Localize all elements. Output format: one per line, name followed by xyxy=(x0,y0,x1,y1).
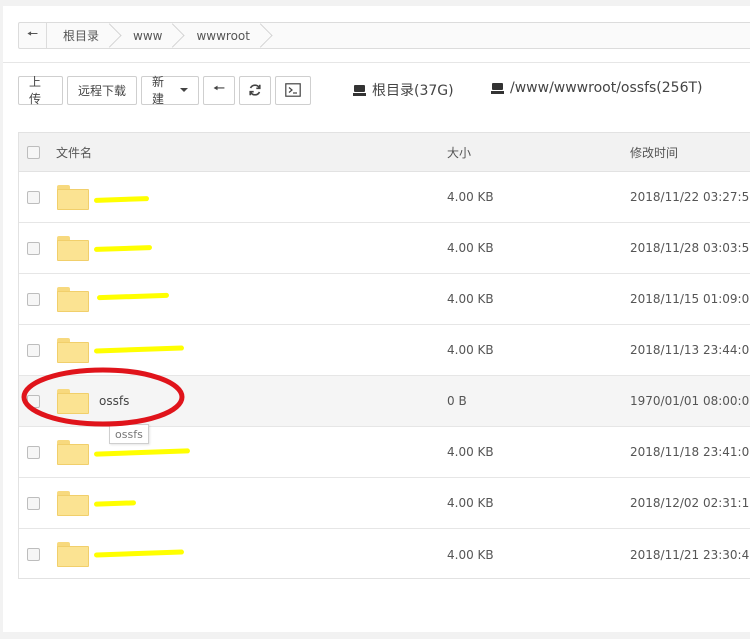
remote-download-button[interactable]: 远程下载 xyxy=(67,75,137,105)
refresh-icon xyxy=(249,84,261,96)
disk-root[interactable]: 根目录(37G) xyxy=(353,80,454,100)
folder-icon xyxy=(57,184,89,210)
toolbar: 上传 远程下载 新建 🠔 xyxy=(18,75,315,106)
header-select-all[interactable] xyxy=(27,133,40,171)
caret-down-icon xyxy=(180,88,188,92)
breadcrumb-item-www[interactable]: www xyxy=(117,23,180,48)
file-size: 4.00 KB xyxy=(447,292,494,306)
disk-label: /www/wwwroot/ossfs(256T) xyxy=(510,80,703,96)
back-button[interactable]: 🠔 xyxy=(19,23,47,48)
divider xyxy=(3,62,750,63)
refresh-button[interactable] xyxy=(239,75,271,105)
folder-icon xyxy=(57,542,89,567)
tooltip-text: ossfs xyxy=(115,427,143,441)
disk-ossfs[interactable]: /www/wwwroot/ossfs(256T) xyxy=(491,80,703,96)
table-header: 文件名 大小 修改时间 xyxy=(19,133,750,172)
checkbox[interactable] xyxy=(27,145,40,159)
checkbox[interactable] xyxy=(27,241,40,255)
header-label: 文件名 xyxy=(56,145,93,160)
file-table: 文件名 大小 修改时间 4.00 KB 2018/11/22 03:27:53 … xyxy=(18,132,750,579)
checkbox[interactable] xyxy=(27,190,40,204)
breadcrumb-label: 根目录 xyxy=(63,29,100,43)
file-mtime: 1970/01/01 08:00:00 xyxy=(630,394,750,408)
new-label: 新建 xyxy=(152,75,165,106)
terminal-button[interactable] xyxy=(275,75,311,105)
back-dir-button[interactable]: 🠔 xyxy=(203,75,235,105)
arrow-left-icon: 🠔 xyxy=(212,81,226,97)
file-size: 4.00 KB xyxy=(447,445,494,459)
disk-icon xyxy=(491,82,504,94)
file-mtime: 2018/12/02 02:31:15 xyxy=(630,496,750,510)
breadcrumb-item-root[interactable]: 根目录 xyxy=(47,23,117,48)
table-row[interactable]: 4.00 KB 2018/11/22 03:27:53 xyxy=(19,172,750,223)
file-mtime: 2018/11/15 01:09:08 xyxy=(630,292,750,306)
new-dropdown-button[interactable]: 新建 xyxy=(141,75,199,106)
disk-icon xyxy=(353,84,366,96)
file-size: 4.00 KB xyxy=(447,241,494,255)
redaction-mark xyxy=(93,345,185,354)
folder-icon xyxy=(57,490,89,516)
redaction-mark xyxy=(93,196,150,203)
redaction-mark xyxy=(96,292,170,301)
file-size: 4.00 KB xyxy=(447,547,494,562)
redaction-mark xyxy=(93,448,191,457)
folder-icon xyxy=(57,286,89,312)
file-mtime: 2018/11/13 23:44:02 xyxy=(630,343,750,357)
terminal-icon xyxy=(285,83,301,97)
header-size[interactable]: 大小 xyxy=(447,133,471,171)
checkbox[interactable] xyxy=(27,343,40,357)
file-size: 0 B xyxy=(447,394,467,408)
annotation-circle xyxy=(21,367,185,427)
folder-icon xyxy=(57,235,89,261)
redaction-mark xyxy=(93,549,185,558)
checkbox[interactable] xyxy=(27,445,40,459)
table-row[interactable]: 4.00 KB 2018/11/21 23:30:43 xyxy=(19,529,750,580)
folder-icon xyxy=(57,337,89,363)
redaction-mark xyxy=(93,244,153,253)
table-row[interactable]: 4.00 KB 2018/12/02 02:31:15 xyxy=(19,478,750,529)
checkbox[interactable] xyxy=(27,496,40,510)
remote-download-label: 远程下载 xyxy=(78,83,127,98)
checkbox[interactable] xyxy=(27,292,40,306)
header-name[interactable]: 文件名 xyxy=(56,133,92,171)
file-size: 4.00 KB xyxy=(447,190,494,204)
breadcrumb: 🠔 根目录 www wwwroot xyxy=(18,22,750,49)
table-row[interactable]: 4.00 KB 2018/11/15 01:09:08 xyxy=(19,274,750,325)
header-label: 修改时间 xyxy=(630,145,679,160)
file-size: 4.00 KB xyxy=(447,496,494,510)
table-row[interactable]: 4.00 KB 2018/11/28 03:03:52 xyxy=(19,223,750,274)
file-mtime: 2018/11/18 23:41:01 xyxy=(630,445,750,459)
file-size: 4.00 KB xyxy=(447,343,494,357)
redaction-mark xyxy=(93,500,137,507)
header-label: 大小 xyxy=(447,145,472,160)
folder-icon xyxy=(57,439,89,465)
file-mtime: 2018/11/28 03:03:52 xyxy=(630,241,750,255)
checkbox[interactable] xyxy=(27,548,40,561)
breadcrumb-item-wwwroot[interactable]: wwwroot xyxy=(180,23,268,48)
breadcrumb-label: wwwroot xyxy=(196,28,250,43)
arrow-left-icon: 🠔 xyxy=(26,26,39,42)
header-mtime[interactable]: 修改时间 xyxy=(630,133,678,171)
upload-button[interactable]: 上传 xyxy=(18,75,63,106)
breadcrumb-label: www xyxy=(133,28,163,43)
disk-label: 根目录(37G) xyxy=(372,83,454,99)
file-mtime: 2018/11/22 03:27:53 xyxy=(630,190,750,204)
file-mtime: 2018/11/21 23:30:43 xyxy=(630,547,750,562)
